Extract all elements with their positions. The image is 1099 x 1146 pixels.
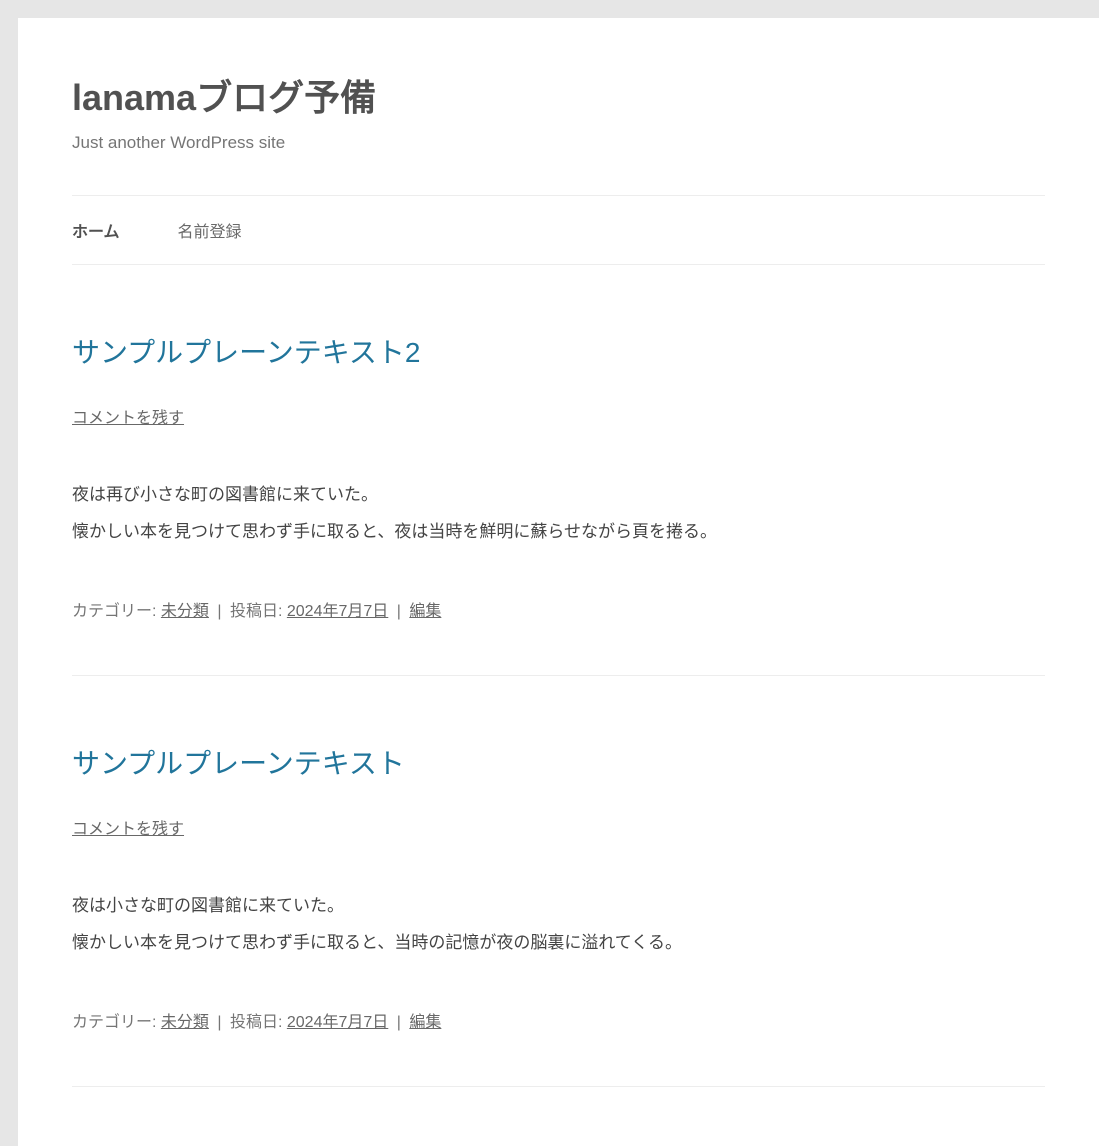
- page-container: lanamaブログ予備 Just another WordPress site …: [18, 18, 1099, 1146]
- post-meta: カテゴリー: 未分類 | 投稿日: 2024年7月7日 | 編集: [72, 598, 1045, 627]
- category-label: カテゴリー:: [72, 603, 161, 620]
- meta-separator: |: [392, 603, 405, 620]
- site-title[interactable]: lanamaブログ予備: [72, 76, 1045, 119]
- nav-item-home[interactable]: ホーム: [72, 196, 120, 264]
- nav-list: ホーム 名前登録: [72, 196, 1045, 264]
- meta-separator: |: [213, 1014, 226, 1031]
- edit-link[interactable]: 編集: [409, 603, 441, 620]
- category-link[interactable]: 未分類: [161, 1014, 209, 1031]
- date-link[interactable]: 2024年7月7日: [287, 603, 388, 620]
- main-nav: ホーム 名前登録: [72, 195, 1045, 265]
- main-content: サンプルプレーンテキスト2 コメントを残す 夜は再び小さな町の図書館に来ていた。…: [18, 265, 1099, 1087]
- meta-separator: |: [392, 1014, 405, 1031]
- post-body: 夜は小さな町の図書館に来ていた。 懐かしい本を見つけて思わず手に取ると、当時の記…: [72, 887, 1045, 962]
- site-header: lanamaブログ予備 Just another WordPress site: [18, 18, 1099, 153]
- category-link[interactable]: 未分類: [161, 603, 209, 620]
- edit-link[interactable]: 編集: [409, 1014, 441, 1031]
- post-title-link[interactable]: サンプルプレーンテキスト2: [72, 335, 1045, 371]
- nav-item-register[interactable]: 名前登録: [178, 196, 242, 264]
- comment-link[interactable]: コメントを残す: [72, 815, 184, 839]
- comment-link[interactable]: コメントを残す: [72, 404, 184, 428]
- date-label: 投稿日:: [230, 1014, 287, 1031]
- post: サンプルプレーンテキスト2 コメントを残す 夜は再び小さな町の図書館に来ていた。…: [72, 265, 1045, 676]
- date-link[interactable]: 2024年7月7日: [287, 1014, 388, 1031]
- post-body: 夜は再び小さな町の図書館に来ていた。 懐かしい本を見つけて思わず手に取ると、夜は…: [72, 476, 1045, 551]
- post-title-link[interactable]: サンプルプレーンテキスト: [72, 746, 1045, 782]
- post-body-line: 懐かしい本を見つけて思わず手に取ると、夜は当時を鮮明に蘇らせながら頁を捲る。: [72, 522, 717, 541]
- date-label: 投稿日:: [230, 603, 287, 620]
- post-body-line: 夜は再び小さな町の図書館に来ていた。: [72, 485, 378, 504]
- site-tagline: Just another WordPress site: [72, 133, 1045, 153]
- post: サンプルプレーンテキスト コメントを残す 夜は小さな町の図書館に来ていた。 懐か…: [72, 676, 1045, 1087]
- post-body-line: 懐かしい本を見つけて思わず手に取ると、当時の記憶が夜の脳裏に溢れてくる。: [72, 933, 682, 952]
- meta-separator: |: [213, 603, 226, 620]
- category-label: カテゴリー:: [72, 1014, 161, 1031]
- post-body-line: 夜は小さな町の図書館に来ていた。: [72, 896, 344, 915]
- post-meta: カテゴリー: 未分類 | 投稿日: 2024年7月7日 | 編集: [72, 1009, 1045, 1038]
